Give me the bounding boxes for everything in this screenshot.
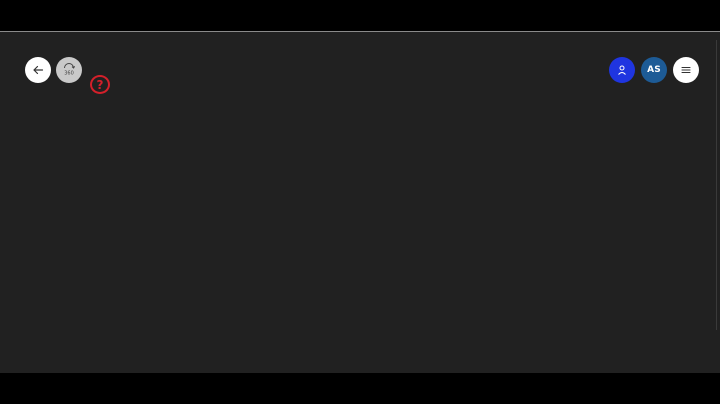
avatar-initials: AS xyxy=(647,65,661,75)
letterbox-top xyxy=(0,0,720,31)
avatar-button[interactable]: AS xyxy=(641,57,667,83)
help-question-icon: ? xyxy=(96,77,104,92)
arrow-left-icon xyxy=(32,64,44,76)
scrollbar-track[interactable] xyxy=(716,40,717,330)
back-button[interactable] xyxy=(25,57,51,83)
person-icon xyxy=(616,64,628,76)
rotate-360-icon: 360 xyxy=(61,62,77,78)
help-marker[interactable]: ? xyxy=(90,75,110,94)
letterbox-bottom xyxy=(0,373,720,404)
menu-button[interactable] xyxy=(673,57,699,83)
rotate-360-button[interactable]: 360 xyxy=(56,57,82,83)
hamburger-menu-icon xyxy=(680,64,692,76)
user-button[interactable] xyxy=(609,57,635,83)
rotate-label: 360 xyxy=(64,71,74,77)
